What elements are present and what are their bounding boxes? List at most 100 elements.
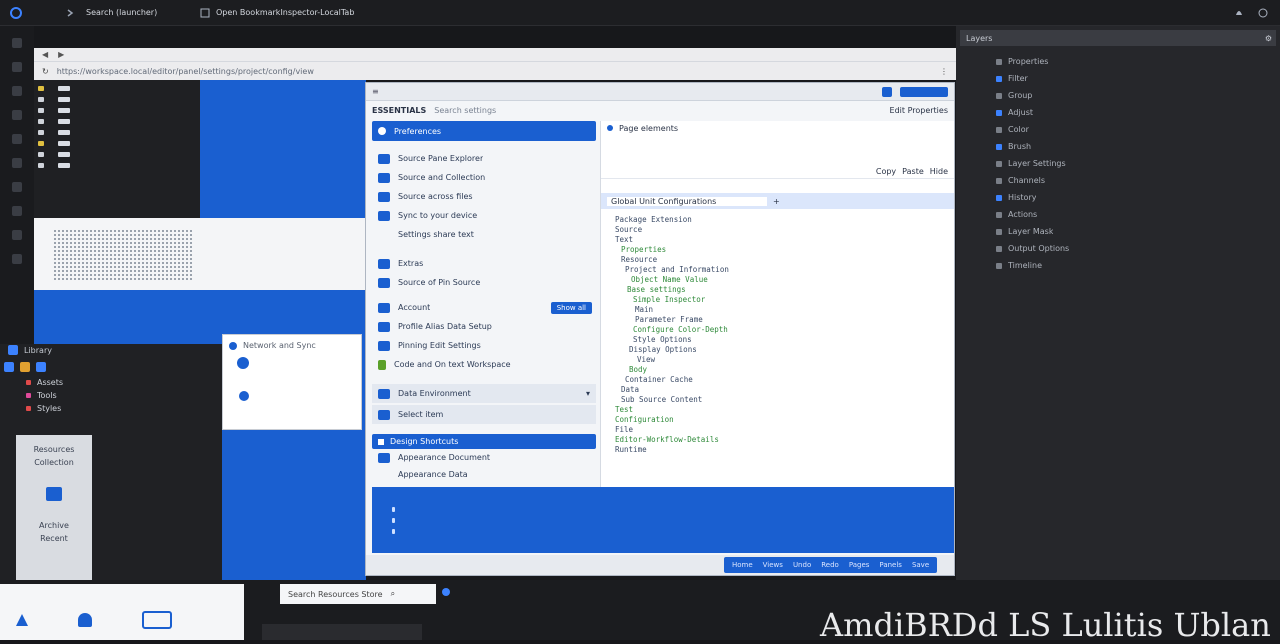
window-menu-icon[interactable]: ≡ [372, 87, 379, 96]
store-search[interactable]: Search Resources Store [288, 590, 383, 599]
drive-icon[interactable] [46, 487, 62, 501]
chevron-icon[interactable] [66, 8, 74, 18]
resource-card[interactable]: Resources Collection Archive Recent [16, 435, 92, 585]
tool-crop-icon[interactable] [12, 110, 22, 120]
back-icon[interactable]: ◀ [42, 50, 48, 59]
forward-icon[interactable]: ▶ [58, 50, 64, 59]
code-line[interactable]: Source [615, 225, 954, 235]
sidebar-item[interactable]: Sync to your device [372, 206, 596, 225]
bell-icon[interactable] [1234, 8, 1244, 18]
user-icon[interactable] [239, 391, 249, 401]
code-toolbar-label[interactable]: Paste [902, 167, 924, 176]
tool-select-icon[interactable] [12, 62, 22, 72]
code-line[interactable]: Project and Information [615, 265, 954, 275]
sidebar-header[interactable]: Preferences [372, 121, 596, 141]
layer-row[interactable]: Adjust [996, 107, 1280, 118]
window-icon[interactable] [200, 8, 210, 18]
status-save[interactable]: Save [908, 559, 933, 571]
layer-row[interactable]: Color [996, 124, 1280, 135]
tool-move-icon[interactable] [12, 38, 22, 48]
sidebar-item[interactable]: Code and On text Workspace [372, 355, 596, 374]
cloud-icon[interactable] [36, 362, 46, 372]
pixel-grid-canvas[interactable] [34, 218, 366, 290]
code-line[interactable]: Editor-Workflow-Details [615, 435, 954, 445]
sidebar-item[interactable]: Source and Collection [372, 168, 596, 187]
sidebar-item[interactable]: Settings share text [372, 225, 596, 244]
tool-zoom-icon[interactable] [12, 254, 22, 264]
code-line[interactable]: Properties [615, 245, 954, 255]
folder-app-icon[interactable] [142, 611, 172, 629]
design-shortcuts-header[interactable]: Design Shortcuts [372, 434, 596, 449]
menu-launcher[interactable]: Search (launcher) [86, 8, 176, 17]
layer-row[interactable]: Layer Mask [996, 226, 1280, 237]
code-line[interactable]: Sub Source Content [615, 395, 954, 405]
layer-row[interactable]: Channels [996, 175, 1280, 186]
code-line[interactable]: Base settings [615, 285, 954, 295]
address-bar[interactable]: https://workspace.local/editor/panel/set… [57, 67, 932, 76]
tool-fill-icon[interactable] [12, 182, 22, 192]
code-line[interactable]: Resource [615, 255, 954, 265]
tool-brush-icon[interactable] [12, 134, 22, 144]
status-views[interactable]: Views [759, 559, 787, 571]
code-line[interactable]: File [615, 425, 954, 435]
tool-text-icon[interactable] [12, 206, 22, 216]
search-icon[interactable]: ⌕ [391, 589, 395, 599]
status-dot-icon[interactable] [442, 588, 450, 596]
code-line[interactable]: Simple Inspector [615, 295, 954, 305]
sidebar-item[interactable]: Source across files [372, 187, 596, 206]
status-panels[interactable]: Panels [875, 559, 906, 571]
layer-row[interactable]: Brush [996, 141, 1280, 152]
layer-row[interactable]: Group [996, 90, 1280, 101]
code-line[interactable]: Object Name Value [615, 275, 954, 285]
layer-row[interactable]: History [996, 192, 1280, 203]
status-undo[interactable]: Undo [789, 559, 815, 571]
status-pages[interactable]: Pages [845, 559, 874, 571]
menu-inspector[interactable]: Open BookmarkInspector-LocalTab [216, 8, 476, 17]
status-redo[interactable]: Redo [817, 559, 843, 571]
code-line[interactable]: Body [615, 365, 954, 375]
library-item[interactable]: Tools [37, 391, 57, 400]
user-app-icon[interactable] [78, 613, 92, 627]
layer-row[interactable]: Timeline [996, 260, 1280, 271]
folder-icon[interactable] [4, 362, 14, 372]
layer-row[interactable]: Output Options [996, 243, 1280, 254]
layer-row[interactable]: Filter [996, 73, 1280, 84]
code-line[interactable]: Parameter Frame [615, 315, 954, 325]
code-line[interactable]: Container Cache [615, 375, 954, 385]
code-line[interactable]: Configure Color-Depth [615, 325, 954, 335]
library-item[interactable]: Assets [37, 378, 63, 387]
code-line[interactable]: Runtime [615, 445, 954, 455]
clock-icon[interactable] [1258, 8, 1268, 18]
library-item[interactable]: Styles [37, 404, 61, 413]
show-all-button[interactable]: Show all [550, 301, 592, 314]
search-settings[interactable]: Search settings [434, 106, 496, 115]
sidebar-item[interactable]: Extras [372, 254, 596, 273]
palette-icon[interactable] [20, 362, 30, 372]
data-environment-select[interactable]: Data Environment ▾ [372, 384, 596, 403]
code-line[interactable]: Text [615, 235, 954, 245]
code-line[interactable]: Test [615, 405, 954, 415]
sidebar-item[interactable]: Source Pane Explorer [372, 149, 596, 168]
sidebar-item[interactable]: Profile Alias Data Setup [372, 317, 596, 336]
code-line[interactable]: Display Options [615, 345, 954, 355]
layer-row[interactable]: Layer Settings [996, 158, 1280, 169]
sub-item[interactable]: Appearance Data [372, 466, 596, 483]
code-toolbar-label[interactable]: Hide [930, 167, 948, 176]
reload-icon[interactable]: ↻ [42, 67, 49, 76]
sidebar-item[interactable]: Pinning Edit Settings [372, 336, 596, 355]
cloud-sync-icon[interactable] [237, 357, 249, 369]
code-toolbar-label[interactable]: Copy [876, 167, 896, 176]
layer-row[interactable]: Actions [996, 209, 1280, 220]
select-item-dropdown[interactable]: Select item [372, 405, 596, 424]
status-home[interactable]: Home [728, 559, 757, 571]
layer-row[interactable]: Properties [996, 56, 1280, 67]
code-line[interactable]: Style Options [615, 335, 954, 345]
tool-lasso-icon[interactable] [12, 86, 22, 96]
code-line[interactable]: Package Extension [615, 215, 954, 225]
share-app-icon[interactable] [16, 614, 28, 626]
share-icon[interactable] [900, 86, 948, 97]
code-line[interactable]: View [615, 355, 954, 365]
settings-badge-icon[interactable] [882, 86, 892, 97]
sidebar-item-account[interactable]: Account Show all [372, 298, 596, 317]
panel-options-icon[interactable]: ⚙ [1265, 34, 1272, 43]
